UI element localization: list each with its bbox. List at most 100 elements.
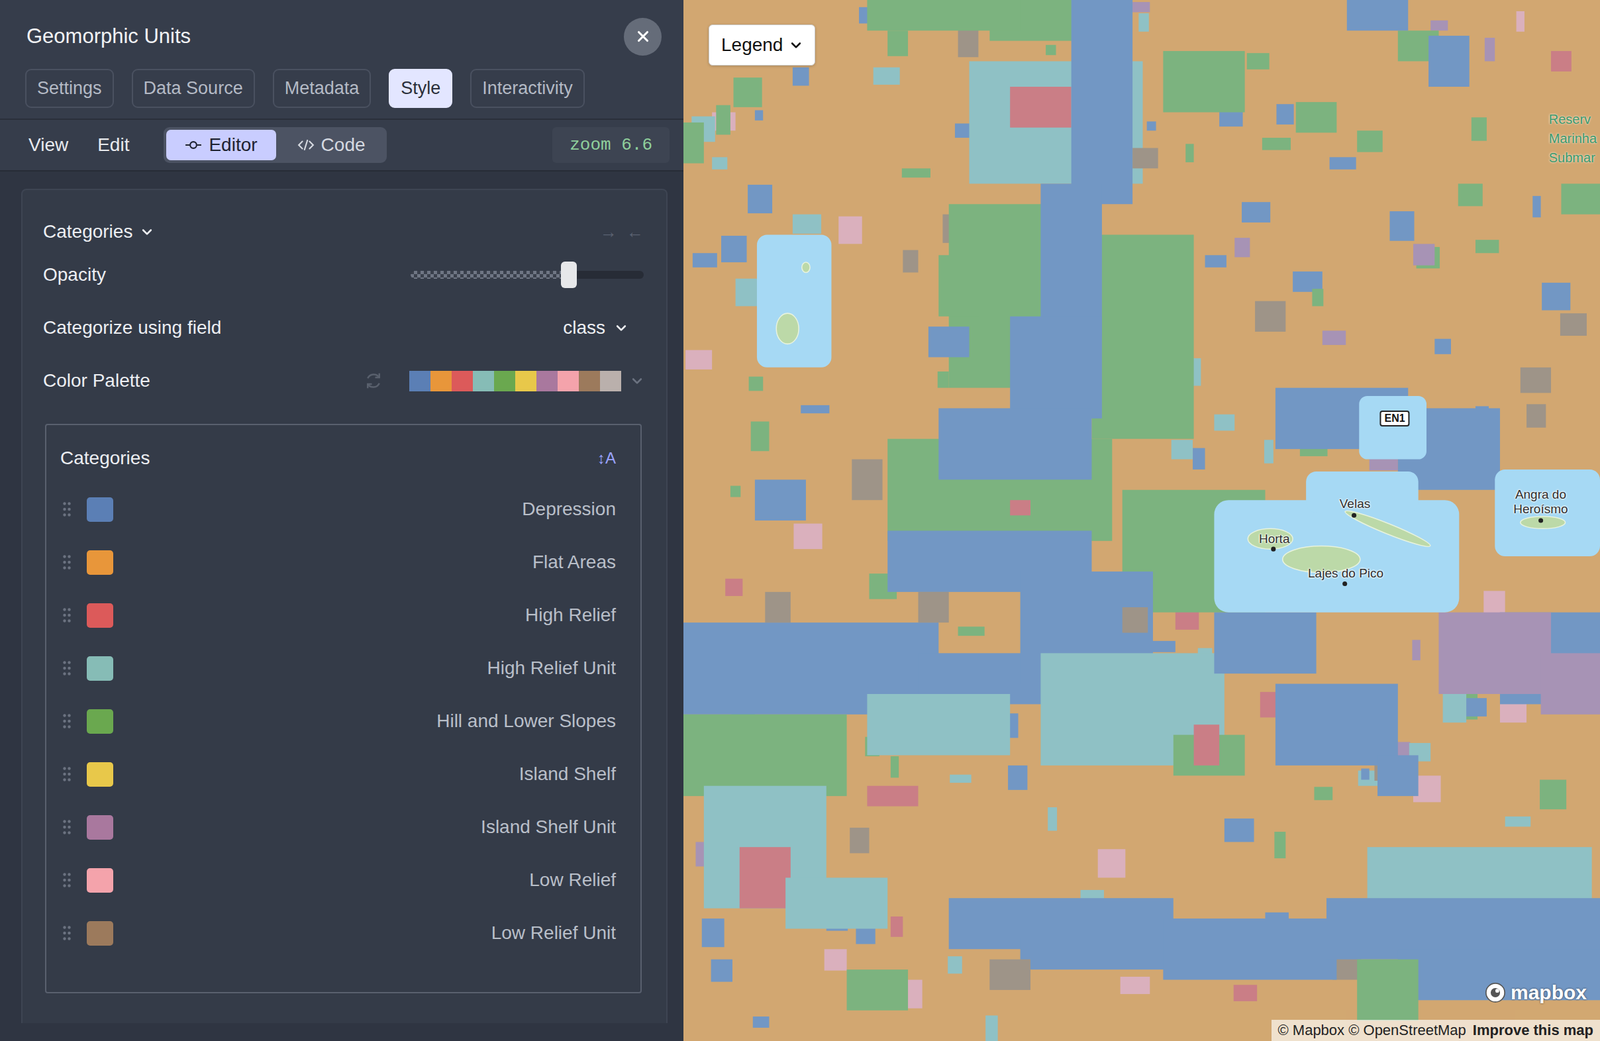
- category-name: Depression: [521, 498, 616, 520]
- palette-row: Color Palette: [43, 354, 644, 408]
- place-label: Angra do Heroísmo: [1511, 487, 1571, 517]
- category-swatch[interactable]: [86, 762, 114, 787]
- drag-handle-icon[interactable]: [62, 659, 72, 677]
- category-row[interactable]: Island Shelf: [58, 747, 616, 801]
- drag-handle-icon[interactable]: [62, 818, 72, 836]
- categories-box: Categories ↕A Depression Flat Areas High…: [45, 423, 642, 994]
- palette-swatches[interactable]: [409, 370, 622, 392]
- category-row[interactable]: Low Relief: [58, 853, 616, 907]
- reserve-line: Marinha: [1549, 129, 1597, 149]
- drag-handle-icon[interactable]: [62, 765, 72, 783]
- arrow-button[interactable]: →: [600, 221, 618, 243]
- reserve-line: Reserv: [1549, 109, 1597, 130]
- drag-handle-icon[interactable]: [62, 553, 72, 571]
- tab[interactable]: Metadata: [272, 68, 372, 108]
- category-name: Low Relief: [529, 869, 616, 891]
- category-name: Hill and Lower Slopes: [436, 710, 616, 732]
- field-select[interactable]: class: [562, 317, 644, 339]
- category-row[interactable]: Low Relief Unit: [58, 906, 616, 960]
- drag-handle-icon[interactable]: [62, 712, 72, 730]
- categories-header: Categories ↕A: [58, 441, 616, 476]
- category-swatch[interactable]: [86, 921, 114, 946]
- opacity-label: Opacity: [43, 264, 106, 286]
- category-name: Flat Areas: [532, 551, 616, 573]
- map[interactable]: Legend VelasHortaLajes do PicoAngra do H…: [683, 0, 1600, 1041]
- panel-header: Geomorphic Units Settings Data Source Meta…: [0, 0, 684, 120]
- tab[interactable]: Interactivity: [470, 68, 585, 108]
- style-type-select[interactable]: Categories: [43, 221, 154, 243]
- category-row[interactable]: Depression: [58, 482, 616, 536]
- category-swatch[interactable]: [86, 603, 114, 628]
- palette-swatch: [578, 370, 600, 392]
- category-name: Island Shelf: [519, 763, 616, 785]
- attribution: © Mapbox © OpenStreetMap Improve this ma…: [1271, 1019, 1600, 1041]
- close-icon: [634, 27, 652, 46]
- reserve-line: Submar: [1549, 148, 1597, 168]
- category-row[interactable]: Flat Areas: [58, 535, 616, 589]
- arrow-button[interactable]: ←: [626, 221, 644, 243]
- category-layer: [683, 0, 1600, 1041]
- tab[interactable]: Settings: [25, 68, 114, 108]
- screen: Geomorphic Units Settings Data Source Meta…: [0, 0, 1600, 1041]
- tab[interactable]: Data Source: [131, 68, 255, 108]
- palette-swatch: [409, 370, 431, 392]
- legend-button[interactable]: Legend: [708, 24, 816, 66]
- style-toolbar: View Edit Editor Code zoom 6.6: [0, 119, 684, 172]
- chevron-down-icon: [630, 374, 644, 388]
- drag-handle-icon[interactable]: [62, 871, 72, 889]
- category-swatch[interactable]: [86, 868, 114, 893]
- refresh-icon[interactable]: [363, 370, 384, 391]
- place-label: Horta: [1258, 531, 1290, 547]
- tab[interactable]: Style: [388, 68, 453, 108]
- place-label: Velas: [1339, 496, 1371, 512]
- mode-switch: Editor Code: [163, 127, 387, 163]
- category-swatch[interactable]: [86, 550, 114, 575]
- category-name: Low Relief Unit: [491, 922, 616, 944]
- palette-label: Color Palette: [43, 370, 151, 392]
- title-row: Geomorphic Units: [25, 17, 662, 56]
- categories-title: Categories: [60, 447, 150, 469]
- opacity-row: Opacity: [43, 248, 644, 302]
- category-row[interactable]: High Relief: [58, 588, 616, 642]
- island-shelves: [756, 234, 1600, 612]
- zoom-badge: zoom 6.6: [552, 127, 670, 163]
- mapbox-logo[interactable]: mapbox: [1484, 981, 1587, 1004]
- slider-fill: [410, 270, 569, 279]
- layer-panel: Geomorphic Units Settings Data Source Meta…: [0, 0, 684, 1041]
- category-swatch[interactable]: [86, 709, 114, 734]
- opacity-slider[interactable]: [410, 270, 644, 279]
- category-row[interactable]: Hill and Lower Slopes: [58, 694, 616, 748]
- code-icon: [297, 139, 315, 151]
- drag-handle-icon[interactable]: [62, 606, 72, 624]
- sort-button[interactable]: ↕A: [597, 449, 616, 468]
- slider-thumb[interactable]: [560, 261, 577, 289]
- panel-title: Geomorphic Units: [25, 24, 191, 49]
- palette-swatch: [494, 370, 516, 392]
- drag-handle-icon[interactable]: [62, 924, 72, 942]
- mode-option[interactable]: Code: [278, 129, 385, 161]
- category-swatch[interactable]: [86, 497, 114, 522]
- town-dot: [1538, 517, 1544, 523]
- category-swatch[interactable]: [86, 656, 114, 681]
- category-row[interactable]: High Relief Unit: [58, 641, 616, 695]
- close-button[interactable]: [623, 17, 662, 56]
- node-icon: [184, 139, 202, 151]
- map-canvas[interactable]: [683, 0, 1600, 1041]
- style-card: Categories →← Opacity Categorize using f…: [21, 188, 668, 1024]
- chevron-down-icon: [789, 38, 803, 52]
- improve-link[interactable]: Improve this map: [1472, 1021, 1594, 1040]
- category-row[interactable]: Island Shelf Unit: [58, 800, 616, 854]
- chevron-down-icon: [140, 225, 154, 239]
- drag-handle-icon[interactable]: [62, 500, 72, 518]
- mode-option[interactable]: Editor: [166, 129, 276, 161]
- menu-item[interactable]: Edit: [97, 134, 130, 156]
- palette-swatch: [515, 370, 537, 392]
- menu-item[interactable]: View: [28, 134, 69, 156]
- town-dot: [1342, 581, 1348, 587]
- attribution-text[interactable]: © Mapbox © OpenStreetMap: [1278, 1021, 1467, 1040]
- palette-swatch: [536, 370, 558, 392]
- category-name: High Relief: [525, 604, 616, 626]
- category-name: High Relief Unit: [486, 657, 616, 679]
- category-swatch[interactable]: [86, 815, 114, 840]
- mapbox-icon: [1484, 981, 1507, 1004]
